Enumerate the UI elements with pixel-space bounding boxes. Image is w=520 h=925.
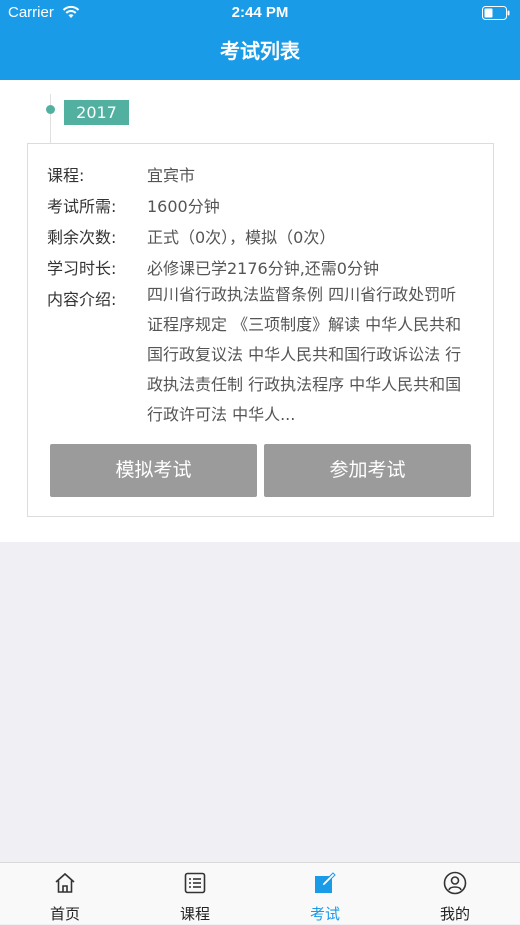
list-icon: [184, 872, 206, 894]
attempts-label: 剩余次数:: [47, 228, 117, 247]
exam-list: 2017 课程: 宜宾市 考试所需: 1600分钟 剩余次数: 正式（0次），模…: [0, 80, 520, 542]
tab-home-label: 首页: [49, 905, 80, 923]
home-icon: [55, 872, 75, 893]
mock-exam-button[interactable]: 模拟考试: [50, 444, 257, 497]
timeline-dot: [46, 105, 55, 114]
course-label: 课程:: [47, 166, 85, 185]
user-icon: [443, 871, 467, 895]
join-exam-button[interactable]: 参加考试: [264, 444, 471, 497]
duration-value: 1600分钟: [147, 197, 220, 216]
tab-course[interactable]: 课程: [130, 863, 260, 925]
tab-mine[interactable]: 我的: [390, 863, 520, 925]
nav-bar: 考试列表: [0, 26, 520, 80]
intro-value: 四川省行政执法监督条例 四川省行政处罚听证程序规定 《三项制度》解读 中华人民共…: [147, 285, 462, 424]
edit-icon: [315, 872, 336, 893]
tab-mine-label: 我的: [439, 905, 470, 923]
tab-course-label: 课程: [179, 905, 210, 923]
page-title: 考试列表: [220, 39, 300, 63]
duration-label: 考试所需:: [47, 197, 117, 216]
intro-label: 内容介绍:: [47, 290, 117, 309]
clock: 2:44 PM: [231, 4, 289, 21]
timeline-line: [50, 94, 51, 144]
tab-exam[interactable]: 考试: [260, 863, 390, 925]
battery-icon: [482, 6, 510, 20]
tab-home[interactable]: 首页: [0, 863, 130, 925]
study-value: 必修课已学2176分钟,还需0分钟: [147, 259, 379, 278]
status-bar: Carrier 2:44 PM: [0, 0, 520, 26]
exam-card: 课程: 宜宾市 考试所需: 1600分钟 剩余次数: 正式（0次），模拟（0次）…: [27, 143, 494, 517]
tab-exam-label: 考试: [309, 905, 340, 923]
course-value: 宜宾市: [147, 166, 196, 185]
year-tag: 2017: [64, 100, 129, 125]
study-label: 学习时长:: [47, 259, 117, 278]
tab-bar: 首页 课程 考试 我的: [0, 862, 520, 924]
attempts-value: 正式（0次），模拟（0次）: [147, 228, 336, 247]
